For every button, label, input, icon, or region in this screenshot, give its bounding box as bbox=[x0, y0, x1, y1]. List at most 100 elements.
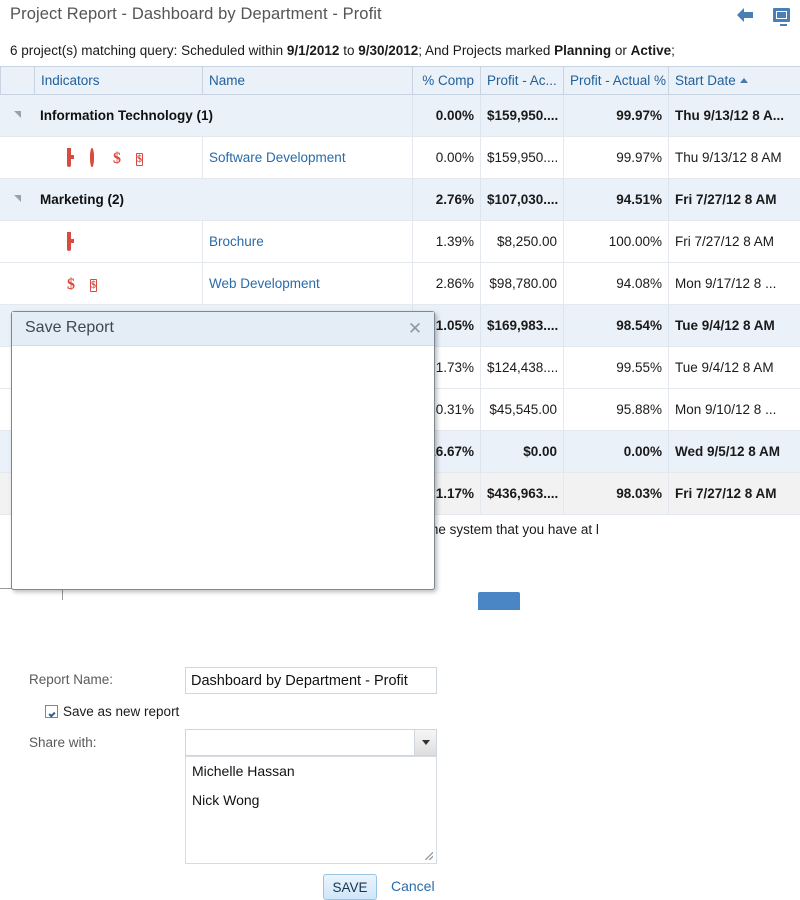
profit-actual-cell: $107,030.... bbox=[480, 179, 563, 220]
cancel-button[interactable]: Cancel bbox=[391, 878, 435, 894]
status-green-icon bbox=[44, 150, 61, 167]
share-with-listbox[interactable]: Michelle Hassan Nick Wong bbox=[185, 756, 437, 864]
table-row[interactable]: $ $ Software Development 0.00% $159,950.... 9… bbox=[0, 137, 800, 179]
monitor-icon[interactable] bbox=[770, 4, 792, 26]
profit-actual-pct-cell: 98.03% bbox=[563, 473, 668, 514]
sort-ascending-icon bbox=[739, 78, 748, 83]
column-header-name[interactable]: Name bbox=[202, 67, 412, 94]
profit-actual-pct-cell: 0.00% bbox=[563, 431, 668, 472]
profit-actual-cell: $0.00 bbox=[480, 431, 563, 472]
indicator-icons: $ $ bbox=[44, 147, 153, 168]
query-status-planning: Planning bbox=[554, 43, 612, 58]
start-date-cell: Fri 7/27/12 8 AM bbox=[668, 179, 800, 220]
profit-actual-cell: $159,950.... bbox=[480, 95, 563, 136]
save-button[interactable]: SAVE bbox=[323, 874, 377, 900]
start-date-cell: Mon 9/17/12 8 ... bbox=[668, 263, 800, 304]
start-date-cell: Tue 9/4/12 8 AM bbox=[668, 305, 800, 346]
profit-actual-cell: $45,545.00 bbox=[480, 389, 563, 430]
start-date-cell: Thu 9/13/12 8 AM bbox=[668, 137, 800, 178]
table-group-row[interactable]: Information Technology (1) 0.00% $159,950.… bbox=[0, 95, 800, 137]
project-name-cell: Brochure bbox=[202, 221, 412, 262]
query-suffix: ; bbox=[671, 43, 675, 58]
indicator-icons bbox=[44, 231, 84, 252]
back-arrow-icon[interactable] bbox=[734, 4, 756, 26]
column-header-profit-actual[interactable]: Profit - Ac... bbox=[480, 67, 563, 94]
grid-header-row: Indicators Name % Comp Profit - Ac... Pr… bbox=[0, 67, 800, 95]
dialog-titlebar: Save Report ✕ bbox=[12, 312, 434, 346]
calendar-red-icon bbox=[67, 231, 84, 251]
indicator-icons: $ $ bbox=[44, 274, 107, 294]
column-header-start-date-label: Start Date bbox=[675, 73, 736, 88]
save-report-dialog: Save Report ✕ Report Name: Save as new r… bbox=[11, 311, 437, 900]
app-titlebar: Project Report - Dashboard by Department… bbox=[0, 0, 800, 32]
column-header-indicators[interactable]: Indicators bbox=[34, 67, 202, 94]
footer-action-button[interactable] bbox=[478, 592, 520, 610]
profit-actual-pct-cell: 94.08% bbox=[563, 263, 668, 304]
column-header-expander bbox=[0, 67, 34, 94]
share-with-combobox[interactable] bbox=[185, 729, 437, 756]
project-name-link[interactable]: Brochure bbox=[209, 234, 264, 249]
report-name-input[interactable] bbox=[185, 667, 437, 694]
share-option-item[interactable]: Nick Wong bbox=[186, 786, 436, 815]
share-with-label: Share with: bbox=[29, 735, 97, 750]
resize-grip-icon[interactable] bbox=[425, 852, 433, 860]
column-header-start-date[interactable]: Start Date bbox=[668, 67, 800, 94]
dollar-red-icon: $ bbox=[67, 275, 75, 293]
profit-actual-cell: $159,950.... bbox=[480, 137, 563, 178]
profit-actual-cell: $8,250.00 bbox=[480, 221, 563, 262]
project-name-cell: Web Development bbox=[202, 263, 412, 304]
profit-actual-cell: $98,780.00 bbox=[480, 263, 563, 304]
query-status-active: Active bbox=[630, 43, 672, 58]
profit-actual-cell: $124,438.... bbox=[480, 347, 563, 388]
profit-actual-pct-cell: 99.55% bbox=[563, 347, 668, 388]
project-name-link[interactable]: Web Development bbox=[209, 276, 320, 291]
close-icon[interactable]: ✕ bbox=[406, 320, 424, 338]
share-option-item[interactable]: Michelle Hassan bbox=[186, 757, 436, 786]
pct-comp-cell: 1.39% bbox=[412, 221, 480, 262]
dialog-title: Save Report bbox=[25, 319, 114, 336]
save-as-new-report-checkbox[interactable]: Save as new report bbox=[45, 704, 179, 719]
query-date-to: 9/30/2012 bbox=[358, 43, 419, 58]
start-date-cell: Wed 9/5/12 8 AM bbox=[668, 431, 800, 472]
table-row[interactable]: Brochure 1.39% $8,250.00 100.00% Fri 7/27/12… bbox=[0, 221, 800, 263]
query-mid1: to bbox=[339, 43, 359, 58]
start-date-cell: Tue 9/4/12 8 AM bbox=[668, 347, 800, 388]
profit-actual-cell: $169,983.... bbox=[480, 305, 563, 346]
column-header-pct-comp[interactable]: % Comp bbox=[412, 67, 480, 94]
pct-comp-cell: 0.00% bbox=[412, 95, 480, 136]
project-report-page: Project Report - Dashboard by Department… bbox=[0, 0, 800, 900]
query-mid3: or bbox=[611, 43, 631, 58]
pct-comp-cell: 2.76% bbox=[412, 179, 480, 220]
group-name: Marketing (2) bbox=[40, 192, 125, 207]
calendar-red-icon bbox=[67, 147, 84, 167]
profit-actual-pct-cell: 94.51% bbox=[563, 179, 668, 220]
profit-actual-pct-cell: 98.54% bbox=[563, 305, 668, 346]
start-date-cell: Fri 7/27/12 8 AM bbox=[668, 221, 800, 262]
group-name: Information Technology (1) bbox=[40, 108, 213, 123]
status-green-icon bbox=[44, 276, 61, 293]
clock-red-icon bbox=[90, 147, 107, 167]
pct-comp-cell: 2.86% bbox=[412, 263, 480, 304]
profit-actual-pct-cell: 100.00% bbox=[563, 221, 668, 262]
project-name-link[interactable]: Software Development bbox=[209, 150, 346, 165]
start-date-cell: Mon 9/10/12 8 ... bbox=[668, 389, 800, 430]
profit-actual-pct-cell: 95.88% bbox=[563, 389, 668, 430]
profit-actual-pct-cell: 99.97% bbox=[563, 95, 668, 136]
report-name-label: Report Name: bbox=[29, 672, 114, 687]
invoice-red-icon: $ bbox=[90, 278, 97, 292]
profit-actual-pct-cell: 99.97% bbox=[563, 137, 668, 178]
query-date-from: 9/1/2012 bbox=[286, 43, 340, 58]
table-row[interactable]: $ $ Web Development 2.86% $98,780.00 94.08% Mo… bbox=[0, 263, 800, 305]
collapse-triangle-icon[interactable] bbox=[14, 111, 24, 121]
status-green-icon bbox=[44, 234, 61, 251]
profit-actual-cell: $436,963.... bbox=[480, 473, 563, 514]
query-summary-bar: 6 project(s) matching query: Scheduled w… bbox=[0, 40, 800, 66]
chevron-down-icon[interactable] bbox=[414, 730, 436, 755]
start-date-cell: Fri 7/27/12 8 AM bbox=[668, 473, 800, 514]
collapse-triangle-icon[interactable] bbox=[14, 195, 24, 205]
checkbox-checked-icon bbox=[45, 705, 58, 718]
column-header-profit-actual-pct[interactable]: Profit - Actual % bbox=[563, 67, 668, 94]
table-group-row[interactable]: Marketing (2) 2.76% $107,030.... 94.51% Fri … bbox=[0, 179, 800, 221]
query-mid2: ; And Projects marked bbox=[418, 43, 555, 58]
query-prefix: 6 project(s) matching query: Scheduled w… bbox=[10, 43, 287, 58]
